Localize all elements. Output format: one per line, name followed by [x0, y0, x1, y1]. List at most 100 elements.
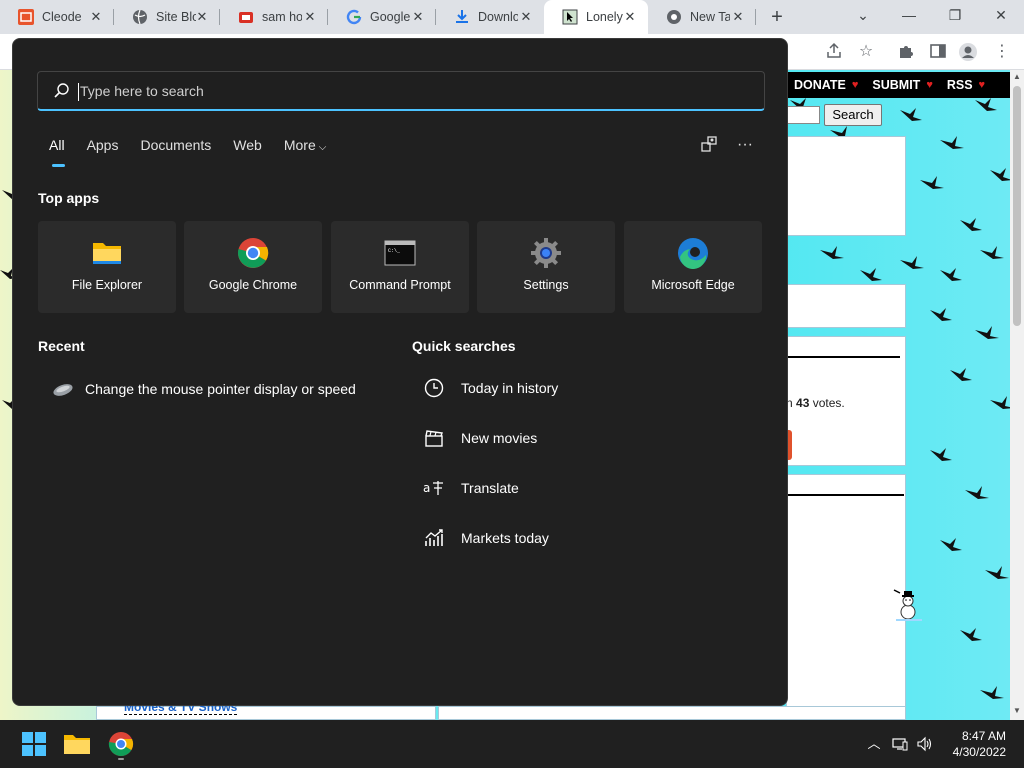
tab-title: sam hou	[262, 10, 302, 24]
network-search-icon[interactable]	[699, 135, 719, 155]
divider-rule	[786, 356, 900, 358]
app-tile-google-chrome[interactable]: Google Chrome	[184, 221, 322, 313]
scroll-up-icon[interactable]: ▲	[1013, 72, 1021, 81]
clock-icon	[424, 378, 444, 398]
app-tile-microsoft-edge[interactable]: Microsoft Edge	[624, 221, 762, 313]
extensions-puzzle-icon[interactable]	[896, 42, 916, 62]
terminal-icon: C:\_	[384, 240, 416, 266]
app-tile-settings[interactable]: Settings	[477, 221, 615, 313]
tab-new-tab[interactable]: New Tab ✕	[648, 0, 756, 34]
quick-search-label: Translate	[461, 480, 519, 496]
taskbar-clock[interactable]: 8:47 AM 4/30/2022	[953, 728, 1006, 760]
site-search-input[interactable]	[786, 106, 820, 124]
show-hidden-icons-chevron-icon[interactable]: ︿	[866, 736, 882, 752]
edge-icon	[678, 238, 708, 269]
profile-avatar-icon[interactable]	[958, 42, 978, 62]
filter-all[interactable]: All	[49, 137, 65, 167]
heart-icon: ♥	[978, 79, 986, 91]
nav-submit[interactable]: SUBMIT	[872, 78, 920, 92]
search-input[interactable]	[80, 78, 740, 104]
quick-search-today-in-history[interactable]: Today in history	[411, 373, 558, 403]
close-icon[interactable]: ✕	[730, 9, 746, 25]
clock-date: 4/30/2022	[952, 745, 1006, 759]
scrollbar-thumb[interactable]	[1013, 86, 1021, 326]
app-tile-command-prompt[interactable]: C:\_ Command Prompt	[331, 221, 469, 313]
restore-button[interactable]: ❐	[932, 0, 978, 34]
tab-title: Site Blo	[156, 10, 196, 24]
tab-title: Cleoden	[42, 10, 82, 24]
tab-site-blocker[interactable]: Site Blo ✕	[114, 0, 220, 34]
app-tile-label: Google Chrome	[208, 278, 298, 292]
quick-search-translate[interactable]: a Translate	[411, 473, 519, 503]
filter-more-label: More	[283, 137, 316, 153]
heart-icon: ♥	[851, 79, 859, 91]
tab-cleoden[interactable]: Cleoden ✕	[0, 0, 114, 34]
chrome-taskbar-icon[interactable]	[105, 728, 137, 760]
search-icon	[54, 83, 69, 98]
search-box[interactable]	[37, 71, 765, 111]
chevron-down-icon: ⌵	[318, 142, 327, 153]
site-search-button[interactable]: Search	[824, 104, 882, 126]
google-g-icon	[346, 9, 362, 25]
menu-kebab-icon[interactable]: ⋮	[992, 42, 1012, 62]
filter-more[interactable]: More ⌵	[284, 137, 327, 157]
close-icon[interactable]: ✕	[194, 9, 210, 25]
minimize-button[interactable]: —	[886, 0, 932, 34]
app-tile-label: File Explorer	[71, 278, 143, 292]
quick-search-label: Today in history	[461, 380, 559, 396]
tab-sam-house[interactable]: sam hou ✕	[220, 0, 328, 34]
site-nav-bar: DONATE ♥ SUBMIT ♥ RSS ♥	[780, 72, 1010, 98]
poll-votes-text: n 43 votes.	[786, 396, 845, 410]
filter-web[interactable]: Web	[233, 137, 262, 157]
scroll-down-icon[interactable]: ▼	[1013, 706, 1021, 715]
globe-icon	[132, 9, 148, 25]
download-icon	[454, 9, 470, 25]
network-icon[interactable]	[892, 736, 908, 752]
svg-text:a: a	[423, 481, 430, 495]
game-controller-icon	[238, 9, 254, 25]
new-tab-button[interactable]: +	[766, 6, 788, 28]
quick-searches-heading: Quick searches	[412, 338, 516, 354]
close-icon[interactable]: ✕	[622, 9, 638, 25]
close-icon[interactable]: ✕	[302, 9, 318, 25]
app-tile-label: Microsoft Edge	[651, 278, 735, 292]
top-apps-heading: Top apps	[38, 190, 100, 206]
quick-search-new-movies[interactable]: New movies	[411, 423, 537, 453]
more-options-icon[interactable]: ···	[735, 135, 755, 155]
nav-donate[interactable]: DONATE	[794, 78, 846, 92]
taskbar: ︿ 8:47 AM 4/30/2022	[0, 720, 1024, 768]
share-icon[interactable]	[824, 42, 844, 62]
tab-downloads[interactable]: Downlo ✕	[436, 0, 544, 34]
tab-title: New Tab	[690, 10, 730, 24]
tab-google[interactable]: Google ✕	[328, 0, 436, 34]
snowman-image	[893, 589, 922, 621]
filter-apps[interactable]: Apps	[87, 137, 119, 157]
recent-heading: Recent	[38, 338, 85, 354]
tab-lonely-active[interactable]: Lonely 1 ✕	[544, 0, 648, 34]
volume-icon[interactable]	[917, 736, 933, 752]
filter-documents[interactable]: Documents	[140, 137, 211, 157]
translate-icon: a	[423, 481, 443, 495]
quick-search-markets-today[interactable]: Markets today	[411, 523, 549, 553]
content-box	[786, 136, 906, 236]
quick-search-label: Markets today	[461, 530, 549, 546]
nav-rss[interactable]: RSS	[947, 78, 973, 92]
side-panel-icon[interactable]	[928, 42, 948, 62]
file-explorer-taskbar-icon[interactable]	[61, 728, 93, 760]
close-icon[interactable]: ✕	[518, 9, 534, 25]
tab-divider	[755, 9, 756, 25]
gear-icon	[531, 238, 561, 268]
text-caret	[78, 83, 79, 101]
recent-item-mouse-pointer[interactable]: Change the mouse pointer display or spee…	[37, 373, 367, 405]
divider-rule	[786, 494, 904, 496]
close-window-button[interactable]: ✕	[978, 0, 1024, 34]
tab-search-chevron-icon[interactable]: ⌄	[840, 0, 886, 34]
tab-title: Lonely 1	[586, 10, 626, 24]
windows-start-icon[interactable]	[18, 728, 50, 760]
app-tile-file-explorer[interactable]: File Explorer	[38, 221, 176, 313]
bookmark-star-icon[interactable]: ☆	[856, 42, 876, 62]
close-icon[interactable]: ✕	[410, 9, 426, 25]
page-scrollbar[interactable]: ▲ ▼	[1010, 70, 1024, 720]
close-icon[interactable]: ✕	[88, 9, 104, 25]
clock-time: 8:47 AM	[961, 729, 1006, 743]
